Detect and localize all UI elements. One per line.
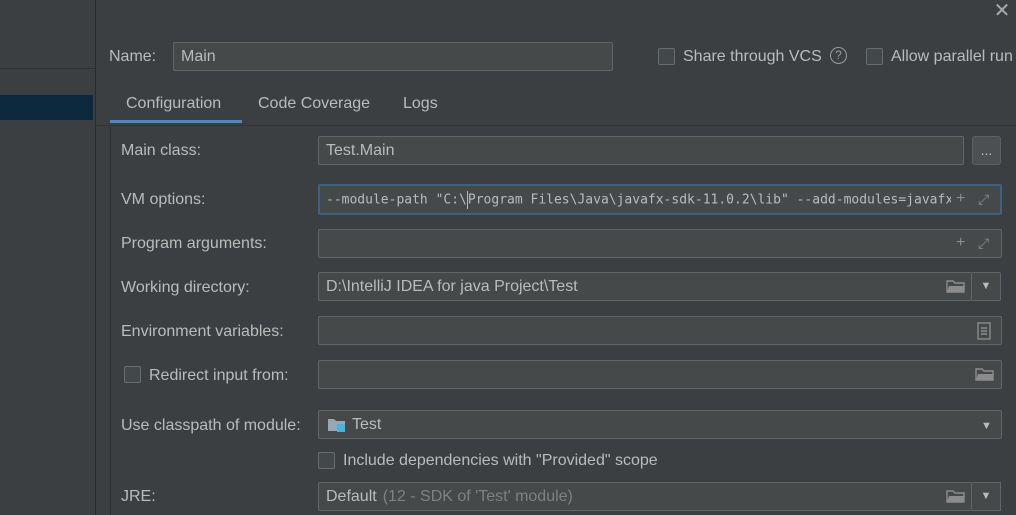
classpath-module-value: Test <box>352 415 382 433</box>
active-tab-indicator <box>110 120 242 123</box>
folder-icon[interactable] <box>946 488 966 508</box>
name-value: Main <box>181 47 216 65</box>
chevron-down-icon[interactable]: ▼ <box>972 482 1001 511</box>
allow-parallel-label: Allow parallel run <box>891 48 1013 65</box>
main-class-label: Main class: <box>121 142 202 159</box>
help-icon[interactable]: ? <box>830 47 847 64</box>
chevron-down-icon[interactable]: ▼ <box>981 418 992 434</box>
program-arguments-input[interactable] <box>318 229 1002 258</box>
vm-options-input[interactable]: --module-path "C:\Program Files\Java\jav… <box>318 184 1002 215</box>
working-directory-input[interactable]: D:\IntelliJ IDEA for java Project\Test <box>318 272 972 301</box>
document-icon[interactable] <box>976 322 992 344</box>
folder-icon[interactable] <box>946 278 966 298</box>
main-class-input[interactable]: Test.Main <box>318 136 964 165</box>
tree-selected-item[interactable] <box>0 95 93 120</box>
vm-options-value-start: --module-path "C:\ <box>326 192 467 207</box>
environment-variables-input[interactable] <box>318 316 1002 345</box>
classpath-module-label: Use classpath of module: <box>121 417 301 434</box>
jre-label: JRE: <box>121 488 156 505</box>
tab-configuration[interactable]: Configuration <box>126 85 221 123</box>
jre-input[interactable]: Default (12 - SDK of 'Test' module) <box>318 482 972 511</box>
program-arguments-label: Program arguments: <box>121 235 267 252</box>
redirect-input-label: Redirect input from: <box>149 367 289 384</box>
browse-main-class-button[interactable]: ... <box>972 136 1001 165</box>
share-vcs-checkbox[interactable] <box>658 48 675 65</box>
environment-variables-label: Environment variables: <box>121 323 284 340</box>
tree-toolbar-divider <box>0 68 95 69</box>
expand-icon[interactable]: ⤢ <box>978 191 989 207</box>
name-input[interactable]: Main <box>173 42 613 71</box>
main-class-value: Test.Main <box>326 141 395 159</box>
vm-options-value-end: Program Files\Java\javafx-sdk-11.0.2\lib… <box>467 192 951 207</box>
redirect-input-checkbox[interactable] <box>124 366 141 383</box>
name-label: Name: <box>109 48 157 65</box>
redirect-input-field[interactable] <box>318 360 1002 389</box>
close-icon[interactable]: ✕ <box>990 0 1014 24</box>
folder-icon[interactable] <box>975 366 995 386</box>
include-provided-deps-label: Include dependencies with "Provided" sco… <box>343 452 658 469</box>
working-directory-label: Working directory: <box>121 279 250 296</box>
run-config-tree <box>0 0 96 515</box>
include-provided-deps-checkbox[interactable] <box>318 452 335 469</box>
tab-code-coverage[interactable]: Code Coverage <box>258 85 370 123</box>
chevron-down-icon[interactable]: ▼ <box>972 272 1001 301</box>
plus-icon[interactable]: + <box>956 191 965 207</box>
working-directory-value: D:\IntelliJ IDEA for java Project\Test <box>326 277 578 295</box>
share-vcs-label: Share through VCS <box>683 48 822 65</box>
allow-parallel-checkbox[interactable] <box>866 48 883 65</box>
vm-options-label: VM options: <box>121 191 206 208</box>
plus-icon[interactable]: + <box>956 235 965 251</box>
jre-detail: (12 - SDK of 'Test' module) <box>382 487 573 505</box>
expand-icon[interactable]: ⤢ <box>978 235 989 251</box>
vm-options-text: --module-path "C:\Program Files\Java\jav… <box>326 190 951 209</box>
tab-logs[interactable]: Logs <box>403 85 438 123</box>
module-folder-icon <box>328 417 346 432</box>
jre-value: Default <box>326 487 377 505</box>
classpath-module-select[interactable]: Test <box>318 410 1002 439</box>
